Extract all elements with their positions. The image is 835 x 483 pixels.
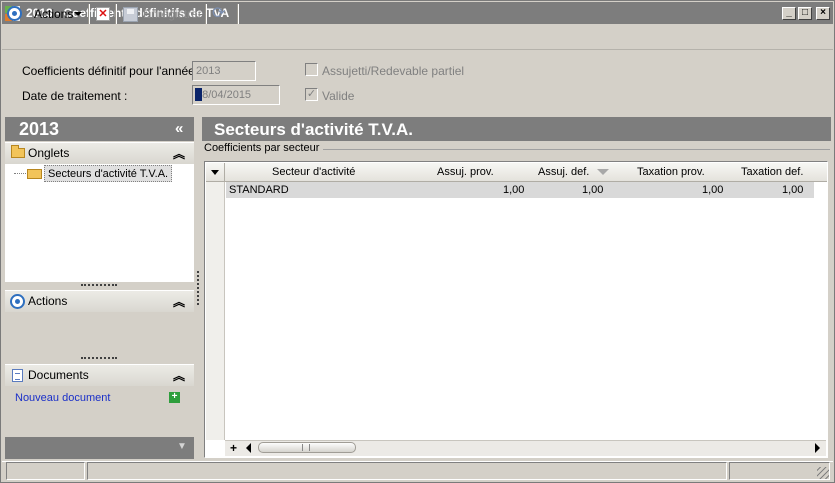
maximize-button[interactable]: □ — [798, 7, 812, 20]
column-header-assuj-prov[interactable]: Assuj. prov. — [437, 166, 494, 178]
close-button[interactable]: × — [816, 7, 830, 20]
status-panel — [729, 462, 830, 480]
assujetti-label: Assujetti/Redevable partiel — [322, 64, 465, 78]
document-icon — [12, 369, 23, 382]
valide-label: Valide — [322, 89, 355, 103]
cell-taxation-prov[interactable]: 1,00 — [702, 184, 723, 196]
status-panel — [6, 462, 85, 480]
year-label: Coefficients définitif pour l'année : — [22, 64, 202, 78]
chevron-down-icon[interactable] — [74, 12, 82, 16]
collapse-section-icon[interactable]: ︽ — [173, 367, 185, 384]
sort-icon[interactable] — [597, 169, 609, 175]
refresh-icon[interactable]: ⟳ — [212, 6, 229, 23]
main-panel-header: Secteurs d'activité T.V.A. — [202, 117, 831, 141]
tree-item-secteurs-activite[interactable]: Secteurs d'activité T.V.A. — [44, 165, 173, 182]
new-document-link[interactable]: Nouveau document — [15, 392, 110, 404]
cell-secteur[interactable]: STANDARD — [229, 184, 289, 196]
actions-section-title: Actions — [28, 294, 68, 308]
scroll-left-icon[interactable] — [246, 443, 251, 453]
documents-section-header[interactable]: Documents ︽ — [5, 364, 194, 386]
save-button[interactable]: Enregistrer — [143, 7, 202, 21]
collapse-panel-button[interactable]: « — [175, 120, 183, 137]
toolbar-separator — [237, 4, 239, 24]
cell-assuj-def[interactable]: 1,00 — [582, 184, 603, 196]
application-window: 2013 - Coefficients définitifs de TVA _ … — [0, 0, 835, 483]
actions-icon — [10, 294, 25, 309]
actions-icon[interactable] — [7, 6, 22, 21]
onglets-section-title: Onglets — [28, 146, 70, 160]
column-header-taxation-prov[interactable]: Taxation prov. — [637, 166, 705, 178]
row-indicator-column — [206, 182, 225, 440]
panel-splitter[interactable] — [81, 357, 117, 360]
tree-connector — [14, 173, 26, 174]
resize-grip-icon[interactable] — [817, 467, 829, 479]
left-panel-footer: ▼ — [5, 437, 194, 459]
toolbar-separator — [88, 4, 90, 24]
chevron-down-icon[interactable]: ▼ — [177, 441, 187, 452]
group-box-label: Coefficients par secteur — [204, 142, 320, 154]
year-field[interactable]: 2013 — [192, 61, 256, 81]
text-cursor — [195, 88, 202, 101]
scrollbar-grip — [302, 444, 310, 451]
valide-checkbox[interactable]: ✓ — [305, 88, 318, 101]
splitter-grip[interactable] — [197, 271, 199, 305]
chevron-down-icon[interactable] — [211, 170, 219, 175]
toolbar-separator — [205, 4, 207, 24]
date-field[interactable]: 18/04/2015 — [192, 85, 280, 105]
documents-section-title: Documents — [28, 368, 89, 382]
column-header-assuj-def[interactable]: Assuj. def. — [538, 166, 589, 178]
toolbar — [2, 24, 833, 50]
delete-icon[interactable]: ✕ — [96, 7, 110, 21]
add-icon[interactable]: + — [169, 392, 180, 403]
column-header-secteur[interactable]: Secteur d'activité — [272, 166, 355, 178]
collapse-section-icon[interactable]: ︽ — [173, 293, 185, 310]
minimize-button[interactable]: _ — [782, 7, 796, 20]
collapse-section-icon[interactable]: ︽ — [173, 145, 185, 162]
open-folder-icon — [27, 169, 42, 179]
actions-section-header[interactable]: Actions ︽ — [5, 290, 194, 312]
actions-menu-button[interactable]: Actions — [34, 7, 73, 21]
group-box-line — [323, 149, 830, 150]
assujetti-checkbox[interactable] — [305, 63, 318, 76]
folder-icon — [11, 145, 25, 158]
left-panel-header: 2013 « — [5, 117, 194, 141]
column-header-taxation-def[interactable]: Taxation def. — [741, 166, 803, 178]
add-row-button[interactable]: + — [230, 441, 237, 455]
status-panel — [87, 462, 727, 480]
panel-splitter[interactable] — [81, 284, 117, 287]
left-panel-title: 2013 — [19, 119, 60, 139]
actions-section-body — [5, 312, 194, 356]
cell-taxation-def[interactable]: 1,00 — [782, 184, 803, 196]
onglets-section-header[interactable]: Onglets ︽ — [5, 142, 194, 164]
page-title: Secteurs d'activité T.V.A. — [214, 120, 414, 139]
save-icon[interactable] — [123, 7, 138, 22]
coefficients-grid[interactable] — [204, 161, 828, 458]
toolbar-separator — [115, 4, 117, 24]
cell-assuj-prov[interactable]: 1,00 — [503, 184, 524, 196]
scroll-right-icon[interactable] — [815, 443, 820, 453]
date-label: Date de traitement : — [22, 89, 128, 103]
